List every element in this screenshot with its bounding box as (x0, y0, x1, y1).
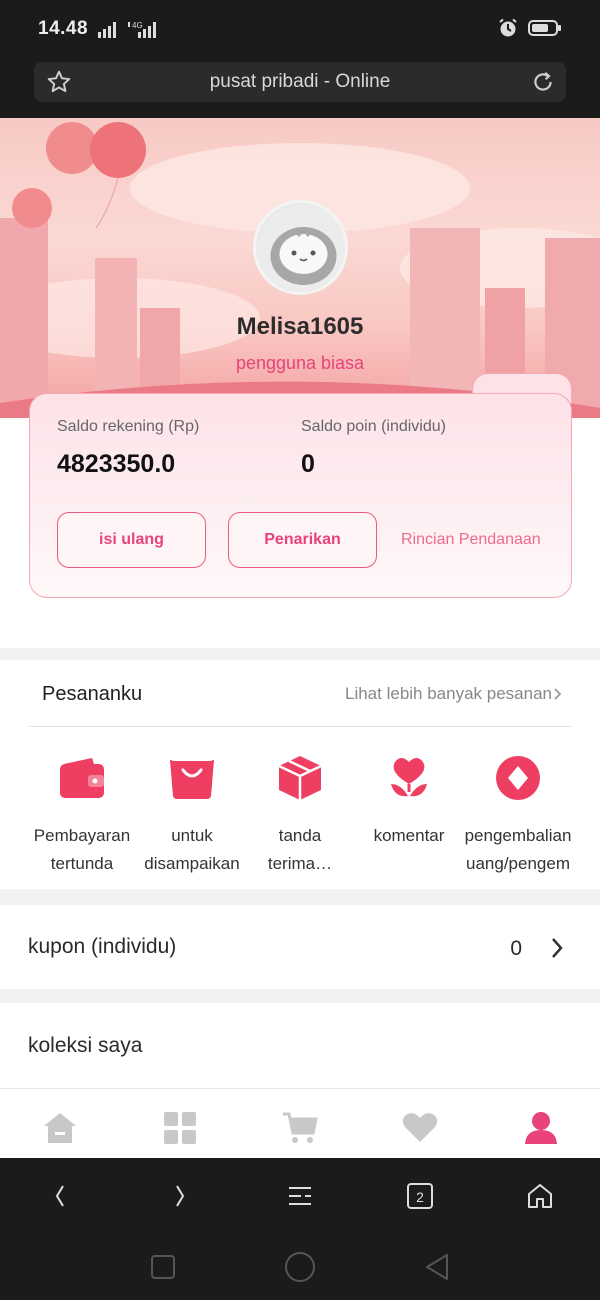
menu-icon[interactable] (280, 1180, 320, 1212)
order-status-pending-payment[interactable]: Pembayaran tertunda (27, 752, 137, 878)
status-time: 14.48 (38, 18, 89, 39)
coupon-count: 0 (510, 937, 522, 960)
flower-icon (383, 752, 435, 804)
funding-details-link[interactable]: Rincian Pendanaan (401, 531, 541, 549)
bottom-navigation (0, 1088, 600, 1158)
points-balance-label: Saldo poin (individu) (301, 418, 446, 435)
home-circle-icon[interactable] (284, 1251, 316, 1283)
order-label-line1: pengembalian (464, 826, 572, 845)
topup-button[interactable]: isi ulang (57, 512, 206, 568)
signal-icon: 4G (98, 21, 156, 38)
status-icons (498, 18, 562, 38)
order-label-line1: komentar (373, 826, 445, 845)
shopping-bag-icon (166, 752, 218, 804)
order-label-line1: Pembayaran (33, 826, 131, 845)
refresh-icon[interactable] (530, 69, 556, 95)
order-status-refund[interactable]: pengembalian uang/pengem (463, 752, 573, 878)
order-label-line1: untuk (171, 826, 213, 845)
tab-count: 2 (416, 1189, 424, 1205)
address-bar[interactable]: pusat pribadi - Online (34, 62, 566, 102)
order-label-line2: tertunda (50, 854, 114, 873)
system-navigation (0, 1230, 600, 1300)
avatar[interactable] (253, 200, 348, 295)
order-label-line2: terima… (267, 854, 333, 873)
order-label-line2: disampaikan (144, 854, 240, 873)
alarm-icon (499, 18, 517, 37)
coupon-label: kupon (individu) (28, 935, 177, 958)
withdraw-button[interactable]: Penarikan (228, 512, 377, 568)
heart-icon[interactable] (400, 1111, 440, 1151)
chevron-right-icon[interactable] (553, 684, 563, 704)
orders-section: Pesananku Lihat lebih banyak pesanan Pem… (0, 662, 600, 889)
recent-apps-icon[interactable] (150, 1254, 176, 1280)
grid-icon[interactable] (160, 1111, 200, 1151)
section-divider (0, 889, 600, 905)
tabs-button[interactable]: 2 (400, 1180, 440, 1212)
points-balance-value: 0 (301, 450, 315, 478)
collection-label: koleksi saya (28, 1034, 143, 1057)
section-divider (0, 648, 600, 660)
order-label-line1: tanda (278, 826, 322, 845)
order-status-received[interactable]: tanda terima… (245, 752, 355, 878)
divider (29, 726, 572, 727)
diamond-icon (492, 752, 544, 804)
status-bar: 14.48 4G (0, 0, 600, 60)
back-icon[interactable] (40, 1180, 80, 1212)
section-divider (0, 989, 600, 1003)
battery-icon (528, 20, 561, 36)
order-status-to-ship[interactable]: untuk disampaikan (137, 752, 247, 878)
account-balance-label: Saldo rekening (Rp) (57, 418, 200, 435)
username: Melisa1605 (236, 313, 364, 340)
home-icon[interactable] (40, 1111, 80, 1151)
order-label-line2: uang/pengem (466, 854, 570, 873)
forward-icon[interactable] (160, 1180, 200, 1212)
user-type-label: pengguna biasa (235, 353, 365, 373)
balance-card: Saldo rekening (Rp) 4823350.0 Saldo poin… (29, 393, 572, 598)
page-title: pusat pribadi - Online (209, 71, 391, 92)
see-more-orders-link[interactable]: Lihat lebih banyak pesanan (345, 684, 552, 704)
coupon-row[interactable]: kupon (individu) 0 (0, 905, 600, 989)
home-icon[interactable] (520, 1180, 560, 1212)
cart-icon[interactable] (280, 1111, 320, 1151)
account-balance-value: 4823350.0 (57, 450, 176, 478)
wallet-icon (56, 752, 108, 804)
collection-row[interactable]: koleksi saya (0, 1003, 600, 1088)
order-status-review[interactable]: komentar (354, 752, 464, 850)
user-icon[interactable] (521, 1111, 561, 1151)
browser-toolbar: 2 (0, 1158, 600, 1230)
network-type-label: 4G (132, 21, 143, 30)
back-triangle-icon[interactable] (423, 1252, 451, 1282)
package-icon (274, 752, 326, 804)
top-system-area: 14.48 4G pusat pribadi - Online (0, 0, 600, 118)
chevron-right-icon[interactable] (550, 935, 564, 961)
orders-title: Pesananku (42, 683, 143, 705)
